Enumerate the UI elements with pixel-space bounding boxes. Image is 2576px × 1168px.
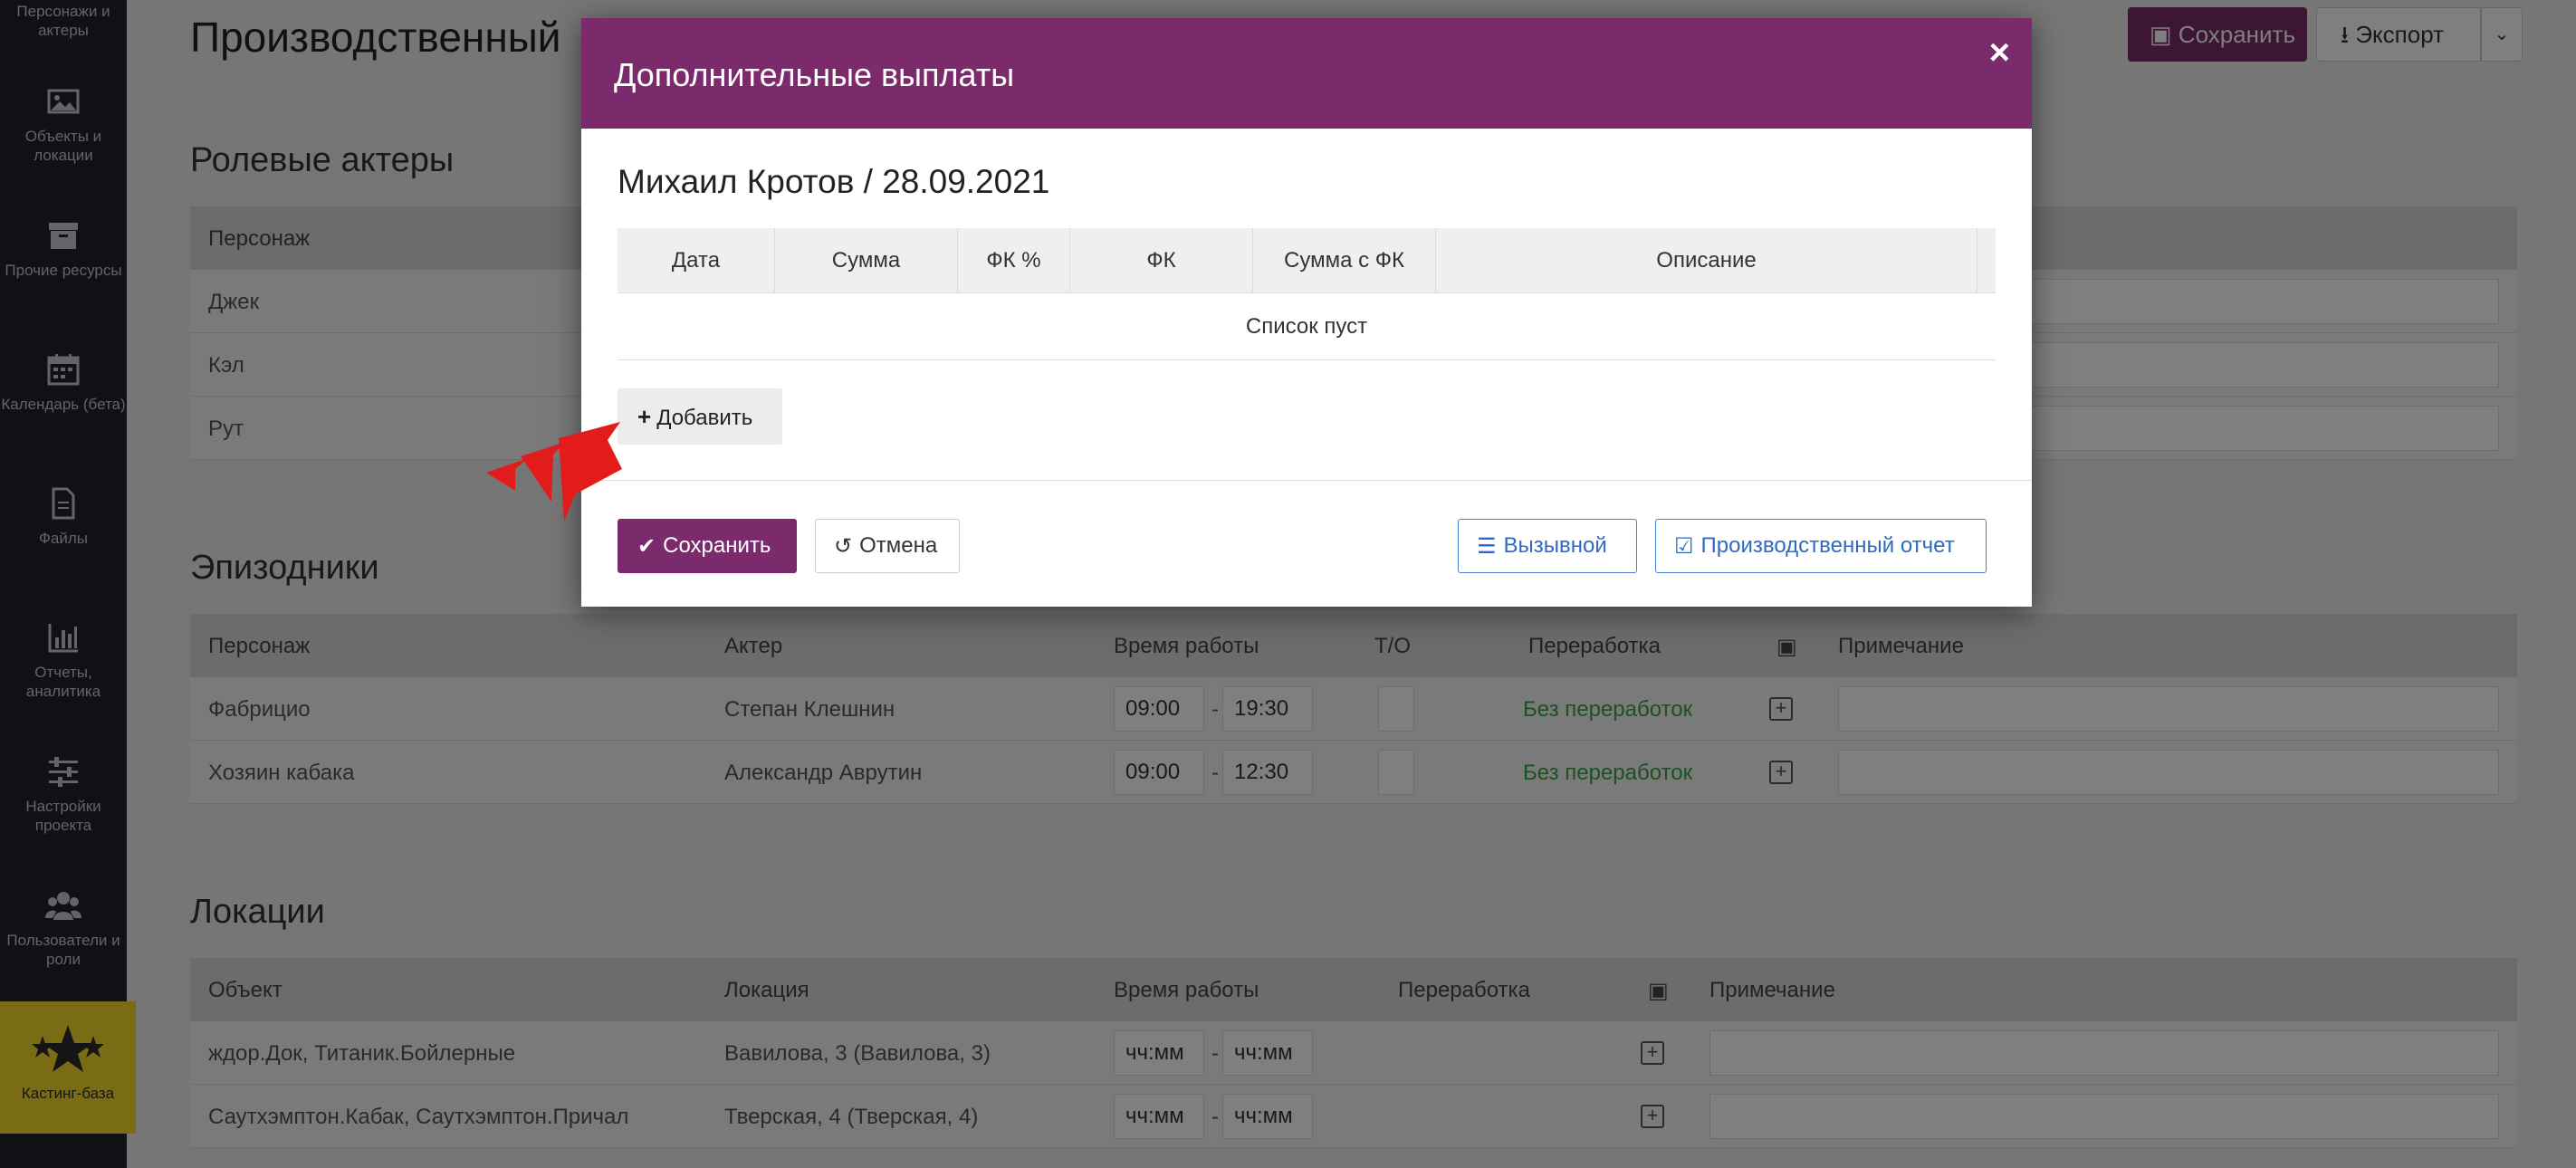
save-button[interactable]: ✔ Сохранить xyxy=(618,519,797,573)
column-date[interactable]: Дата xyxy=(618,228,775,293)
person-date-title: Михаил Кротов / 28.09.2021 xyxy=(618,163,1050,200)
table-header: Дата Сумма ФК % ФК Сумма с ФК Описание xyxy=(618,228,1996,293)
column-fk-percent[interactable]: ФК % xyxy=(958,228,1070,293)
production-report-button[interactable]: ☑ Производственный отчет xyxy=(1655,519,1987,573)
list-icon: ☰ xyxy=(1477,533,1497,559)
column-fk[interactable]: ФК xyxy=(1070,228,1253,293)
checkbox-checked-icon: ☑ xyxy=(1674,533,1694,559)
empty-list-message: Список пуст xyxy=(618,293,1996,360)
undo-icon: ↺ xyxy=(834,533,853,559)
cancel-button[interactable]: ↺ Отмена xyxy=(815,519,960,573)
add-payment-button[interactable]: + Добавить xyxy=(618,388,782,445)
column-amount-with-fk[interactable]: Сумма с ФК xyxy=(1253,228,1436,293)
modal-footer: ✔ Сохранить ↺ Отмена ☰ Вызывной ☑ Производст… xyxy=(581,480,2032,607)
column-description[interactable]: Описание xyxy=(1436,228,1977,293)
plus-icon: + xyxy=(637,403,652,430)
payments-table: Дата Сумма ФК % ФК Сумма с ФК Описание С… xyxy=(618,228,1996,360)
pointer-arrow-icon xyxy=(486,422,622,522)
column-amount[interactable]: Сумма xyxy=(775,228,958,293)
check-icon: ✔ xyxy=(637,533,656,559)
modal-header: Дополнительные выплаты × xyxy=(581,18,2032,129)
close-icon[interactable]: × xyxy=(1989,33,2010,73)
call-sheet-button[interactable]: ☰ Вызывной xyxy=(1458,519,1637,573)
extra-payments-modal: Дополнительные выплаты × Михаил Кротов /… xyxy=(581,18,2032,607)
modal-title: Дополнительные выплаты xyxy=(614,56,1015,93)
